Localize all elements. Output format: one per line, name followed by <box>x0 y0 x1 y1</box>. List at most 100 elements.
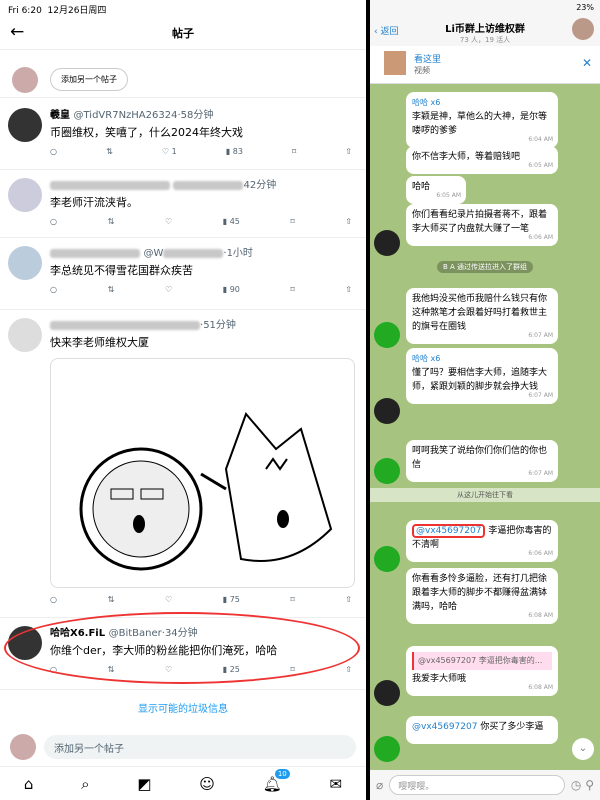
scroll-down-icon[interactable]: ⌄ <box>572 738 594 760</box>
user-avatar[interactable] <box>374 546 400 572</box>
avatar[interactable] <box>8 108 42 142</box>
tweet[interactable]: @W ·1小时 李总统见不得雪花国群众疾苦 ○ ⇅ ♡ ▮ 90 ⌑ ⇧ <box>0 238 366 310</box>
user-avatar[interactable] <box>374 458 400 484</box>
message-time: 6:08 AM <box>528 612 553 619</box>
spam-link[interactable]: 显示可能的垃圾信息 <box>0 700 366 715</box>
user-avatar[interactable] <box>374 398 400 424</box>
pinned-message[interactable]: 看这里 视频 ✕ <box>370 46 600 84</box>
tweet-text: 李总统见不得雪花国群众疾苦 <box>50 264 193 277</box>
mention-link[interactable]: @vx45697207 <box>412 722 477 732</box>
share-icon[interactable]: ⇧ <box>345 147 352 156</box>
avatar[interactable] <box>8 318 42 352</box>
share-icon[interactable]: ⇧ <box>345 665 352 674</box>
message-text: 我他妈没买他币我赔什么钱只有你这种煞笔才会跟着好吗打着救世主的旗号在圈钱 <box>412 294 548 332</box>
user-avatar[interactable] <box>374 736 400 762</box>
retweet-icon[interactable]: ⇅ <box>108 285 115 294</box>
reply-icon[interactable]: ○ <box>50 147 57 156</box>
unread-marker: 从这儿开始往下看 <box>370 488 600 502</box>
close-icon[interactable]: ✕ <box>582 56 592 70</box>
message-bubble[interactable]: 哈哈 x6 懂了吗？要相信李大师，追随李大师，紧跟刘颖的脚步就会挣大钱 6:07 A… <box>406 348 558 404</box>
like-icon[interactable]: ♡ <box>165 595 172 604</box>
back-arrow-icon[interactable]: ← <box>10 22 24 42</box>
notifications-icon[interactable]: 🔔︎ 10 <box>263 768 290 793</box>
message-input[interactable]: 嘤嘤嘤。 <box>389 775 565 795</box>
compose-input[interactable]: 添加另一个帖子 <box>44 735 356 759</box>
back-button[interactable]: ‹ 返回 <box>374 24 398 37</box>
reply-icon[interactable]: ○ <box>50 285 57 294</box>
message-bubble[interactable]: 哈哈 6:05 AM <box>406 176 466 204</box>
message-bubble[interactable]: 哈哈 x6 李颖是神，草他么的大神，是尔等喽啰的爹爹 6:04 AM <box>406 92 558 148</box>
message-bubble[interactable]: 你们看看纪录片拍摄者蒋不，跟着李大师买了内盘就大赚了一笔 6:06 AM <box>406 204 558 246</box>
home-icon[interactable]: ⌂ <box>24 775 34 793</box>
message-bubble[interactable]: @vx45697207 你买了多少李逼 <box>406 716 558 744</box>
message-sender: 哈哈 x6 <box>412 98 441 107</box>
reply-icon[interactable]: ○ <box>50 595 57 604</box>
bookmark-icon[interactable]: ⌑ <box>291 285 295 294</box>
like-button[interactable]: ♡ 1 <box>162 147 177 156</box>
user-avatar[interactable] <box>374 322 400 348</box>
tweet-time: 51分钟 <box>203 320 236 331</box>
message-bubble[interactable]: 呵呵我笑了说给你们你们信的你也信 6:07 AM <box>406 440 558 482</box>
messages-icon[interactable]: ✉ <box>330 775 343 793</box>
tweet[interactable]: 羲皇 @TidVR7NzHA26324·58分钟 币圈维权，笑嘻了，什么2024… <box>0 100 366 170</box>
sticker-icon[interactable]: ◷ <box>571 778 581 792</box>
meme-image[interactable] <box>50 358 355 588</box>
retweet-icon[interactable]: ⇅ <box>106 147 113 156</box>
user-avatar[interactable] <box>374 230 400 256</box>
tweet[interactable]: 42分钟 李老师汗流浃背。 ○ ⇅ ♡ ▮ 45 ⌑ ⇧ <box>0 170 366 238</box>
user-avatar[interactable] <box>374 680 400 706</box>
views-count[interactable]: ▮ 90 <box>223 285 240 294</box>
message-text: 你看看多怜多逼脸，还有打几把徐跟着李大师的脚步不都赚得盆满钵满吗，哈哈 <box>412 574 548 612</box>
share-icon[interactable]: ⇧ <box>345 285 352 294</box>
like-icon[interactable]: ♡ <box>165 285 172 294</box>
chat-header: ‹ 返回 Li币群上访维权群 73 人，19 活人 <box>370 14 600 46</box>
message-time: 6:06 AM <box>528 550 553 557</box>
message-bubble[interactable]: 我他妈没买他币我赔什么钱只有你这种煞笔才会跟着好吗打着救世主的旗号在圈钱 6:07… <box>406 288 558 344</box>
telegram-panel: 23% ‹ 返回 Li币群上访维权群 73 人，19 活人 看这里 视频 ✕ 哈… <box>370 0 600 800</box>
tab-bar: ⌂ ⌕ ◩ ☺ 🔔︎ 10 ✉ <box>0 766 366 800</box>
tweet[interactable]: ·51分钟 快来李老师维权大厦 ○ ⇅ ♡ ▮ 75 ⌑ ⇧ <box>0 310 366 618</box>
avatar[interactable] <box>8 246 42 280</box>
message-time: 6:07 AM <box>528 470 553 477</box>
reply-bar: 添加另一个帖子 <box>0 62 366 98</box>
reply-icon[interactable]: ○ <box>50 217 57 226</box>
page-title: 帖子 <box>172 26 194 40</box>
compose-bar: 添加另一个帖子 <box>0 732 366 762</box>
status-time: Fri 6:20 <box>8 6 42 16</box>
mention-link[interactable]: @vx45697207 <box>412 524 486 538</box>
group-avatar[interactable] <box>572 18 594 40</box>
search-icon[interactable]: ⌕ <box>81 775 89 793</box>
views-count[interactable]: ▮ 45 <box>223 217 240 226</box>
bookmark-icon[interactable]: ⌑ <box>291 595 295 604</box>
message-input-bar: ⌀ 嘤嘤嘤。 ◷ ⚲ <box>370 770 600 800</box>
message-time: 6:06 AM <box>528 234 553 241</box>
share-icon[interactable]: ⇧ <box>345 217 352 226</box>
quoted-reply[interactable]: @vx45697207 李逼把你毒害的... <box>412 652 552 670</box>
bookmark-icon[interactable]: ⌑ <box>291 217 295 226</box>
message-time: 6:05 AM <box>436 192 461 199</box>
message-bubble[interactable]: @vx45697207 李逼把你毒害的... 我爱李大师哦 6:08 AM <box>406 646 558 696</box>
retweet-icon[interactable]: ⇅ <box>108 595 115 604</box>
message-bubble[interactable]: 你不信李大师，等着赔钱吧 6:05 AM <box>406 146 558 174</box>
views-count[interactable]: ▮ 83 <box>226 147 243 156</box>
pinned-title: 看这里 <box>414 55 442 65</box>
views-count[interactable]: ▮ 75 <box>223 595 240 604</box>
message-bubble[interactable]: 你看看多怜多逼脸，还有打几把徐跟着李大师的脚步不都赚得盆满钵满吗，哈哈 6:08 … <box>406 568 558 624</box>
like-icon[interactable]: ♡ <box>165 217 172 226</box>
retweet-icon[interactable]: ⇅ <box>108 217 115 226</box>
avatar[interactable] <box>8 178 42 212</box>
grok-icon[interactable]: ◩ <box>137 775 151 793</box>
mic-icon[interactable]: ⚲ <box>585 778 594 792</box>
message-bubble[interactable]: @vx45697207 李逼把你毒害的不清啊 6:06 AM <box>406 520 558 562</box>
bookmark-icon[interactable]: ⌑ <box>292 147 296 156</box>
tweet-author[interactable]: 羲皇 <box>50 110 70 121</box>
attach-icon[interactable]: ⌀ <box>376 778 383 792</box>
tweet-text: 币圈维权，笑嘻了，什么2024年终大戏 <box>50 126 243 139</box>
share-icon[interactable]: ⇧ <box>345 595 352 604</box>
communities-icon[interactable]: ☺ <box>199 775 215 793</box>
pinned-subtitle: 视频 <box>414 66 430 75</box>
message-time: 6:05 AM <box>528 162 553 169</box>
tweet-time: 42分钟 <box>243 180 277 191</box>
add-post-button[interactable]: 添加另一个帖子 <box>50 68 128 91</box>
battery-level: 23% <box>576 3 594 12</box>
